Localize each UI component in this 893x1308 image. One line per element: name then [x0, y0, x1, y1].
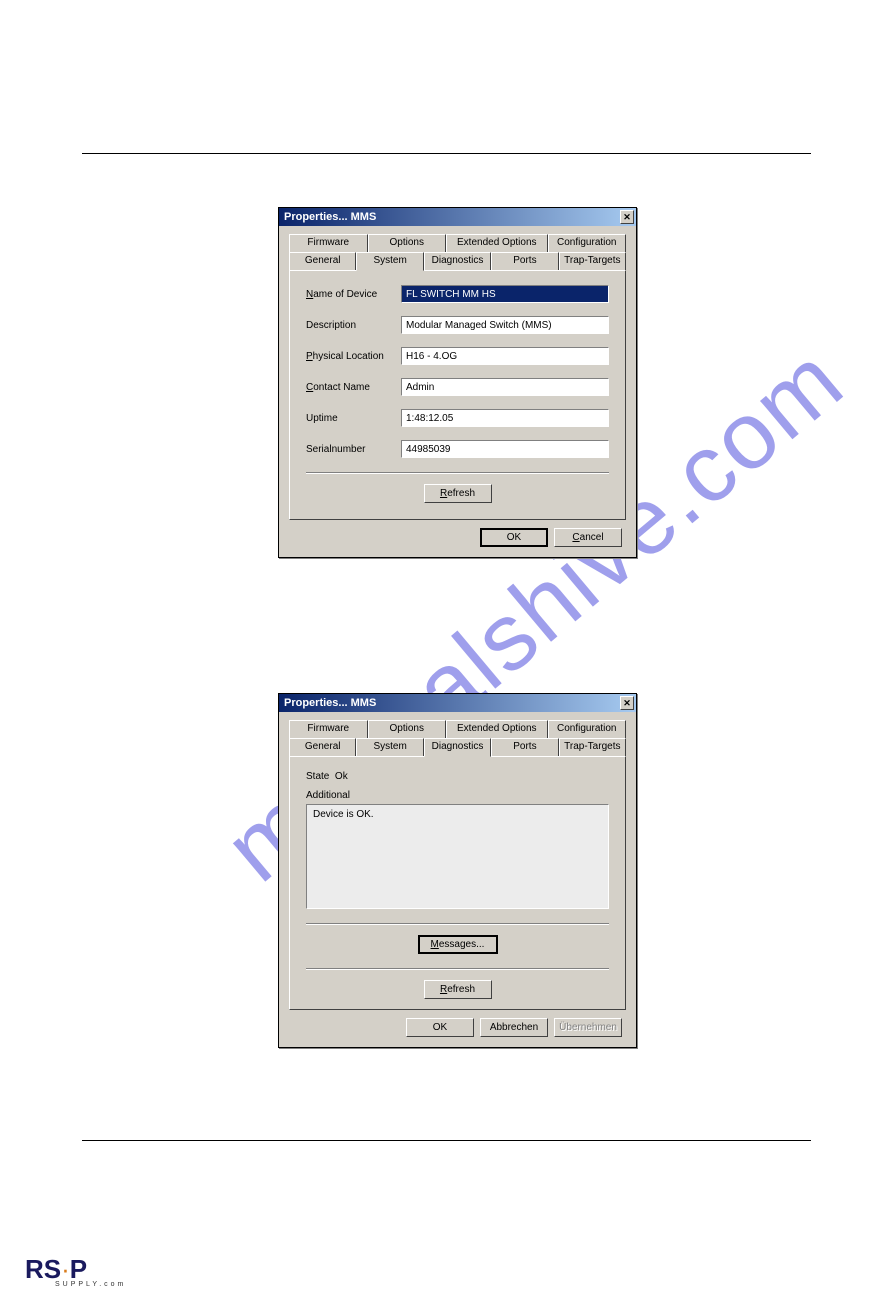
tab-trap-targets[interactable]: Trap-Targets	[559, 738, 626, 756]
dialog-properties-system: Properties... MMS ✕ Firmware Options Ext…	[278, 207, 637, 558]
tab-trap-targets[interactable]: Trap-Targets	[559, 252, 626, 270]
tabs-back-row: Firmware Options Extended Options Config…	[289, 234, 626, 252]
tab-configuration[interactable]: Configuration	[548, 720, 627, 738]
state-label: State	[306, 771, 329, 782]
tab-system[interactable]: System	[356, 738, 423, 756]
tab-diagnostics[interactable]: Diagnostics	[424, 252, 491, 270]
input-name-of-device[interactable]	[401, 285, 609, 303]
label-name-of-device: Name of Device	[306, 289, 401, 300]
separator	[306, 923, 609, 925]
ok-button[interactable]: OK	[480, 528, 548, 547]
input-physical-location[interactable]	[401, 347, 609, 365]
titlebar: Properties... MMS ✕	[279, 694, 636, 712]
tabs-front-row: General System Diagnostics Ports Trap-Ta…	[289, 738, 626, 756]
messages-button[interactable]: Messages...	[418, 935, 498, 954]
tabs-back-row: Firmware Options Extended Options Config…	[289, 720, 626, 738]
tab-panel-system: Name of Device Description Physical Loca…	[289, 270, 626, 520]
page-rule-bottom	[82, 1140, 811, 1141]
additional-label: Additional	[306, 790, 609, 801]
separator	[306, 472, 609, 474]
title-text: Properties... MMS	[281, 697, 376, 709]
tab-configuration[interactable]: Configuration	[548, 234, 627, 252]
titlebar: Properties... MMS ✕	[279, 208, 636, 226]
tab-extended-options[interactable]: Extended Options	[446, 720, 547, 738]
separator	[306, 968, 609, 970]
refresh-button[interactable]: Refresh	[424, 980, 492, 999]
tab-general[interactable]: General	[289, 252, 356, 270]
logo: RS·P SUPPLY.com	[25, 1254, 126, 1288]
dialog-properties-diagnostics: Properties... MMS ✕ Firmware Options Ext…	[278, 693, 637, 1048]
state-value: Ok	[335, 771, 348, 782]
label-uptime: Uptime	[306, 413, 401, 424]
cancel-button[interactable]: Abbrechen	[480, 1018, 548, 1037]
label-description: Description	[306, 320, 401, 331]
close-icon[interactable]: ✕	[620, 696, 634, 710]
input-serialnumber	[401, 440, 609, 458]
additional-textbox: Device is OK.	[306, 804, 609, 909]
tab-system[interactable]: System	[356, 252, 423, 271]
label-serialnumber: Serialnumber	[306, 444, 401, 455]
tab-diagnostics[interactable]: Diagnostics	[424, 738, 491, 757]
page-rule-top	[82, 153, 811, 154]
ok-button[interactable]: OK	[406, 1018, 474, 1037]
label-physical-location: Physical Location	[306, 351, 401, 362]
label-contact-name: Contact Name	[306, 382, 401, 393]
input-contact-name[interactable]	[401, 378, 609, 396]
tab-extended-options[interactable]: Extended Options	[446, 234, 547, 252]
tabs-front-row: General System Diagnostics Ports Trap-Ta…	[289, 252, 626, 270]
tab-options[interactable]: Options	[368, 720, 447, 738]
close-icon[interactable]: ✕	[620, 210, 634, 224]
apply-button: Übernehmen	[554, 1018, 622, 1037]
cancel-button[interactable]: Cancel	[554, 528, 622, 547]
tab-options[interactable]: Options	[368, 234, 447, 252]
tab-firmware[interactable]: Firmware	[289, 234, 368, 252]
tab-firmware[interactable]: Firmware	[289, 720, 368, 738]
tab-general[interactable]: General	[289, 738, 356, 756]
input-uptime	[401, 409, 609, 427]
tab-panel-diagnostics: State Ok Additional Device is OK. Messag…	[289, 756, 626, 1010]
logo-sub: SUPPLY.com	[55, 1281, 126, 1288]
input-description	[401, 316, 609, 334]
dialog-buttons: OK Cancel	[289, 520, 626, 547]
tab-ports[interactable]: Ports	[491, 738, 558, 756]
dialog-buttons: OK Abbrechen Übernehmen	[289, 1010, 626, 1037]
state-line: State Ok	[306, 771, 609, 782]
title-text: Properties... MMS	[281, 211, 376, 223]
tab-ports[interactable]: Ports	[491, 252, 558, 270]
refresh-button[interactable]: Refresh	[424, 484, 492, 503]
